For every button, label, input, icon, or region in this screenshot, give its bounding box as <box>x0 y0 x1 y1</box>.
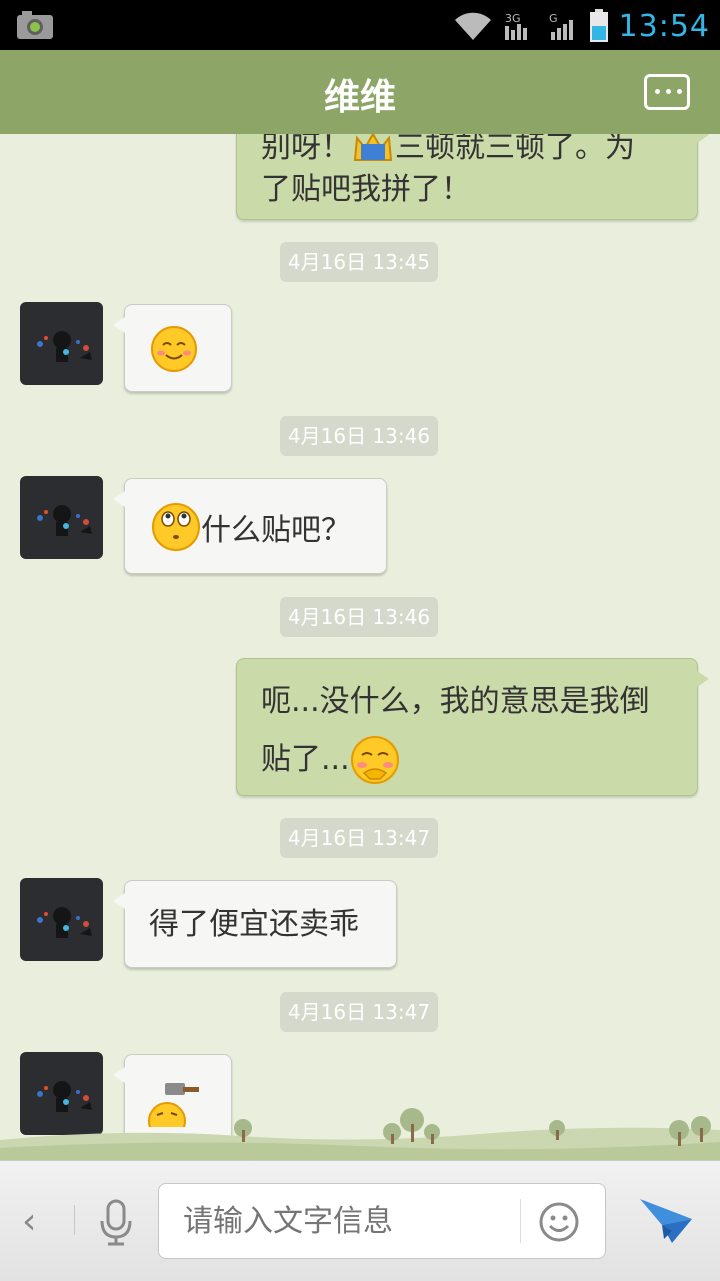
input-bar: ‹ <box>0 1160 720 1281</box>
message-text-line: 贴了... <box>261 742 350 777</box>
message-text-line: 别呀！ 三顿就三顿了。为 <box>261 134 677 169</box>
avatar[interactable] <box>20 878 103 961</box>
mic-icon[interactable] <box>96 1199 136 1247</box>
timestamp: 4月16日 13:46 <box>280 416 438 456</box>
message-list[interactable]: 别呀！ 三顿就三顿了。为 了贴吧我拼了！ 4月16日 13:45 4月16日 1… <box>0 134 720 1160</box>
message-text-line: 呃...没什么，我的意思是我倒 <box>261 684 650 719</box>
wifi-icon <box>454 12 491 40</box>
scenery-decoration <box>0 1108 720 1162</box>
send-icon[interactable] <box>638 1195 694 1245</box>
avatar[interactable] <box>20 302 103 385</box>
back-icon[interactable]: ‹ <box>22 1201 36 1242</box>
divider <box>520 1199 521 1243</box>
signal-icon: G <box>549 12 573 40</box>
svg-text:G: G <box>549 12 558 25</box>
message-outgoing[interactable]: 呃...没什么，我的意思是我倒 贴了... <box>236 658 709 796</box>
shy-emoji-icon <box>350 736 399 784</box>
message-incoming[interactable]: 得了便宜还卖乖 <box>113 880 397 968</box>
message-text: 得了便宜还卖乖 <box>149 907 359 942</box>
svg-text:3G: 3G <box>505 12 521 25</box>
message-incoming[interactable]: 什么贴吧？ <box>113 478 387 574</box>
status-bar: 3G G 13:54 <box>0 0 720 50</box>
timestamp: 4月16日 13:47 <box>280 818 438 858</box>
chat-header: 维维 <box>0 50 720 134</box>
smiley-icon[interactable] <box>538 1201 580 1243</box>
crown-emoji-icon <box>353 134 393 161</box>
smile-emoji-icon <box>151 326 197 372</box>
timestamp: 4月16日 13:47 <box>280 992 438 1032</box>
more-icon <box>655 89 682 94</box>
clock: 13:54 <box>618 8 710 44</box>
screenshot-icon <box>17 11 53 39</box>
timestamp: 4月16日 13:45 <box>280 242 438 282</box>
more-button[interactable] <box>644 74 690 110</box>
doubtful-emoji-icon <box>152 503 200 551</box>
page-title: 维维 <box>323 77 396 118</box>
battery-icon <box>589 9 608 42</box>
message-outgoing[interactable]: 别呀！ 三顿就三顿了。为 了贴吧我拼了！ <box>236 134 709 220</box>
timestamp: 4月16日 13:46 <box>280 597 438 637</box>
signal-3g-icon: 3G <box>504 12 527 40</box>
message-text: 什么贴吧？ <box>201 513 351 548</box>
divider <box>74 1205 75 1235</box>
avatar[interactable] <box>20 476 103 559</box>
message-text-line: 了贴吧我拼了！ <box>261 172 471 207</box>
message-incoming[interactable] <box>113 304 232 392</box>
